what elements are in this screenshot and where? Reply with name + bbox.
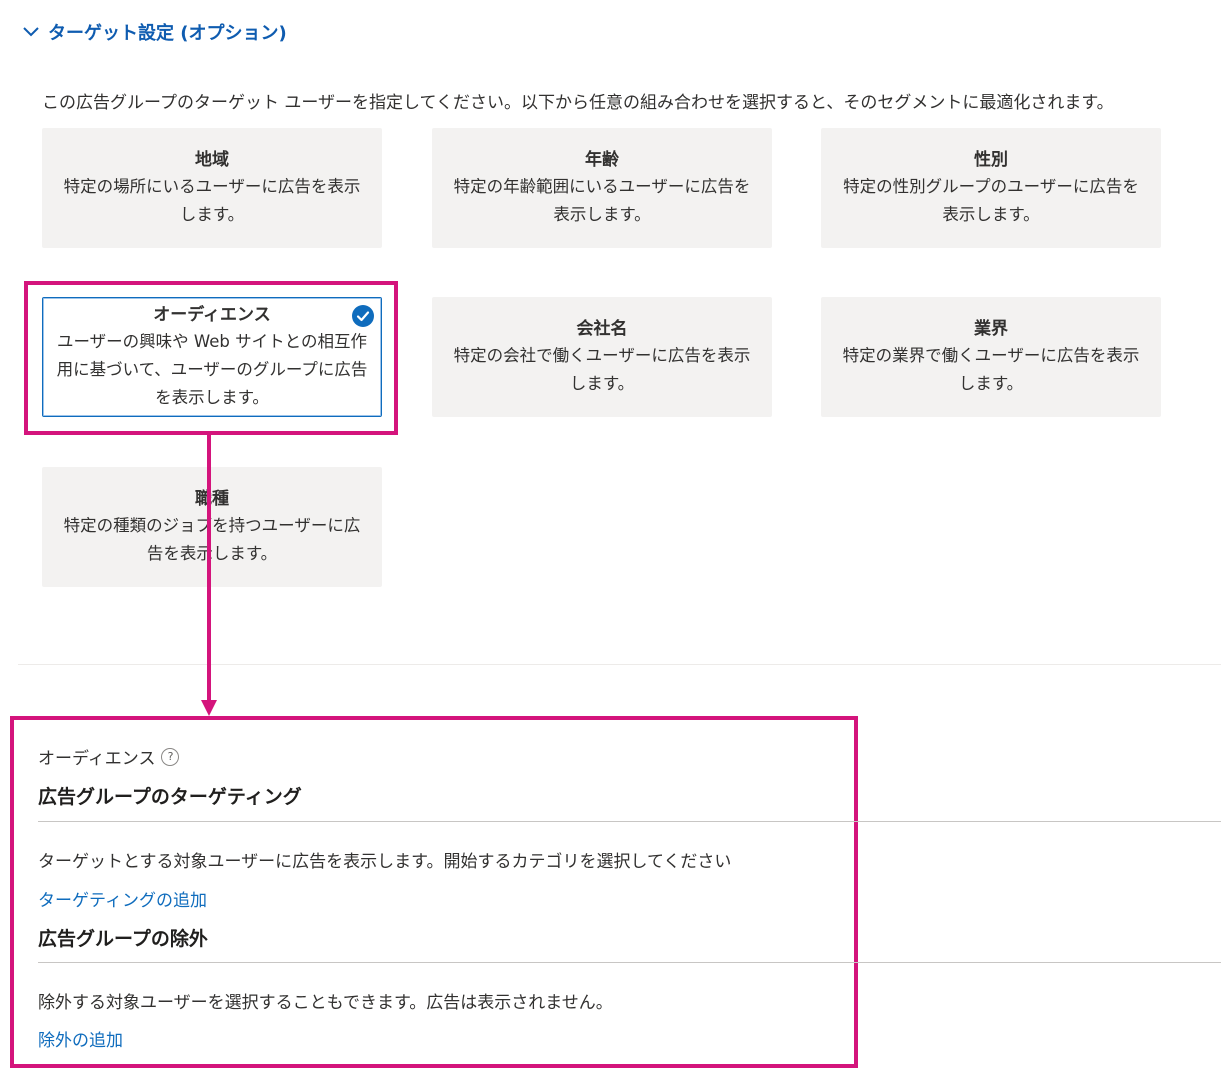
card-title: 年齢 [585,150,619,170]
card-title: 業界 [974,319,1008,339]
exclusion-rule [38,962,1221,963]
intro-text: この広告グループのターゲット ユーザーを指定してください。以下から任意の組み合わ… [42,93,1114,113]
card-title: 会社名 [576,319,628,339]
card-desc: ユーザーの興味や Web サイトとの相互作用に基づいて、ユーザーのグループに広告… [56,332,368,407]
targeting-section-toggle[interactable]: ターゲット設定 (オプション) [22,18,287,46]
card-desc: 特定の性別グループのユーザーに広告を表示します。 [843,177,1139,224]
card-title: 地域 [195,150,229,170]
targeting-rule [38,821,1221,822]
card-job-function[interactable]: 職種 特定の種類のジョブを持つユーザーに広告を表示します。 [42,467,382,587]
card-company[interactable]: 会社名 特定の会社で働くユーザーに広告を表示します。 [432,297,772,417]
card-age[interactable]: 年齢 特定の年齢範囲にいるユーザーに広告を表示します。 [432,128,772,248]
card-desc: 特定の年齢範囲にいるユーザーに広告を表示します。 [453,177,751,224]
add-targeting-link[interactable]: ターゲティングの追加 [38,886,207,911]
section-divider [18,664,1221,665]
section-title: ターゲット設定 (オプション) [48,23,287,44]
add-exclusion-link[interactable]: 除外の追加 [38,1026,123,1051]
card-title: 職種 [195,489,229,509]
audience-label-row: オーディエンス ? [38,744,180,769]
card-location[interactable]: 地域 特定の場所にいるユーザーに広告を表示します。 [42,128,382,248]
card-desc: 特定の種類のジョブを持つユーザーに広告を表示します。 [63,516,361,563]
targeting-heading: 広告グループのターゲティング [38,786,302,808]
card-audience[interactable]: オーディエンス ユーザーの興味や Web サイトとの相互作用に基づいて、ユーザー… [42,297,382,417]
help-icon[interactable]: ? [161,747,180,766]
targeting-description: ターゲットとする対象ユーザーに広告を表示します。開始するカテゴリを選択してくださ… [38,852,732,872]
annotation-arrow-head [201,700,217,716]
exclusion-description: 除外する対象ユーザーを選択することもできます。広告は表示されません。 [38,993,613,1013]
chevron-down-icon [22,26,40,38]
checkmark-icon [351,304,375,328]
annotation-arrow-line [207,434,211,704]
card-title: オーディエンス [153,305,271,325]
card-desc: 特定の会社で働くユーザーに広告を表示します。 [453,346,751,393]
card-title: 性別 [974,150,1008,170]
card-desc: 特定の業界で働くユーザーに広告を表示します。 [842,346,1140,393]
card-gender[interactable]: 性別 特定の性別グループのユーザーに広告を表示します。 [821,128,1161,248]
exclusion-heading: 広告グループの除外 [38,928,208,950]
card-industry[interactable]: 業界 特定の業界で働くユーザーに広告を表示します。 [821,297,1161,417]
audience-label: オーディエンス [38,749,156,769]
card-desc: 特定の場所にいるユーザーに広告を表示します。 [63,177,361,224]
